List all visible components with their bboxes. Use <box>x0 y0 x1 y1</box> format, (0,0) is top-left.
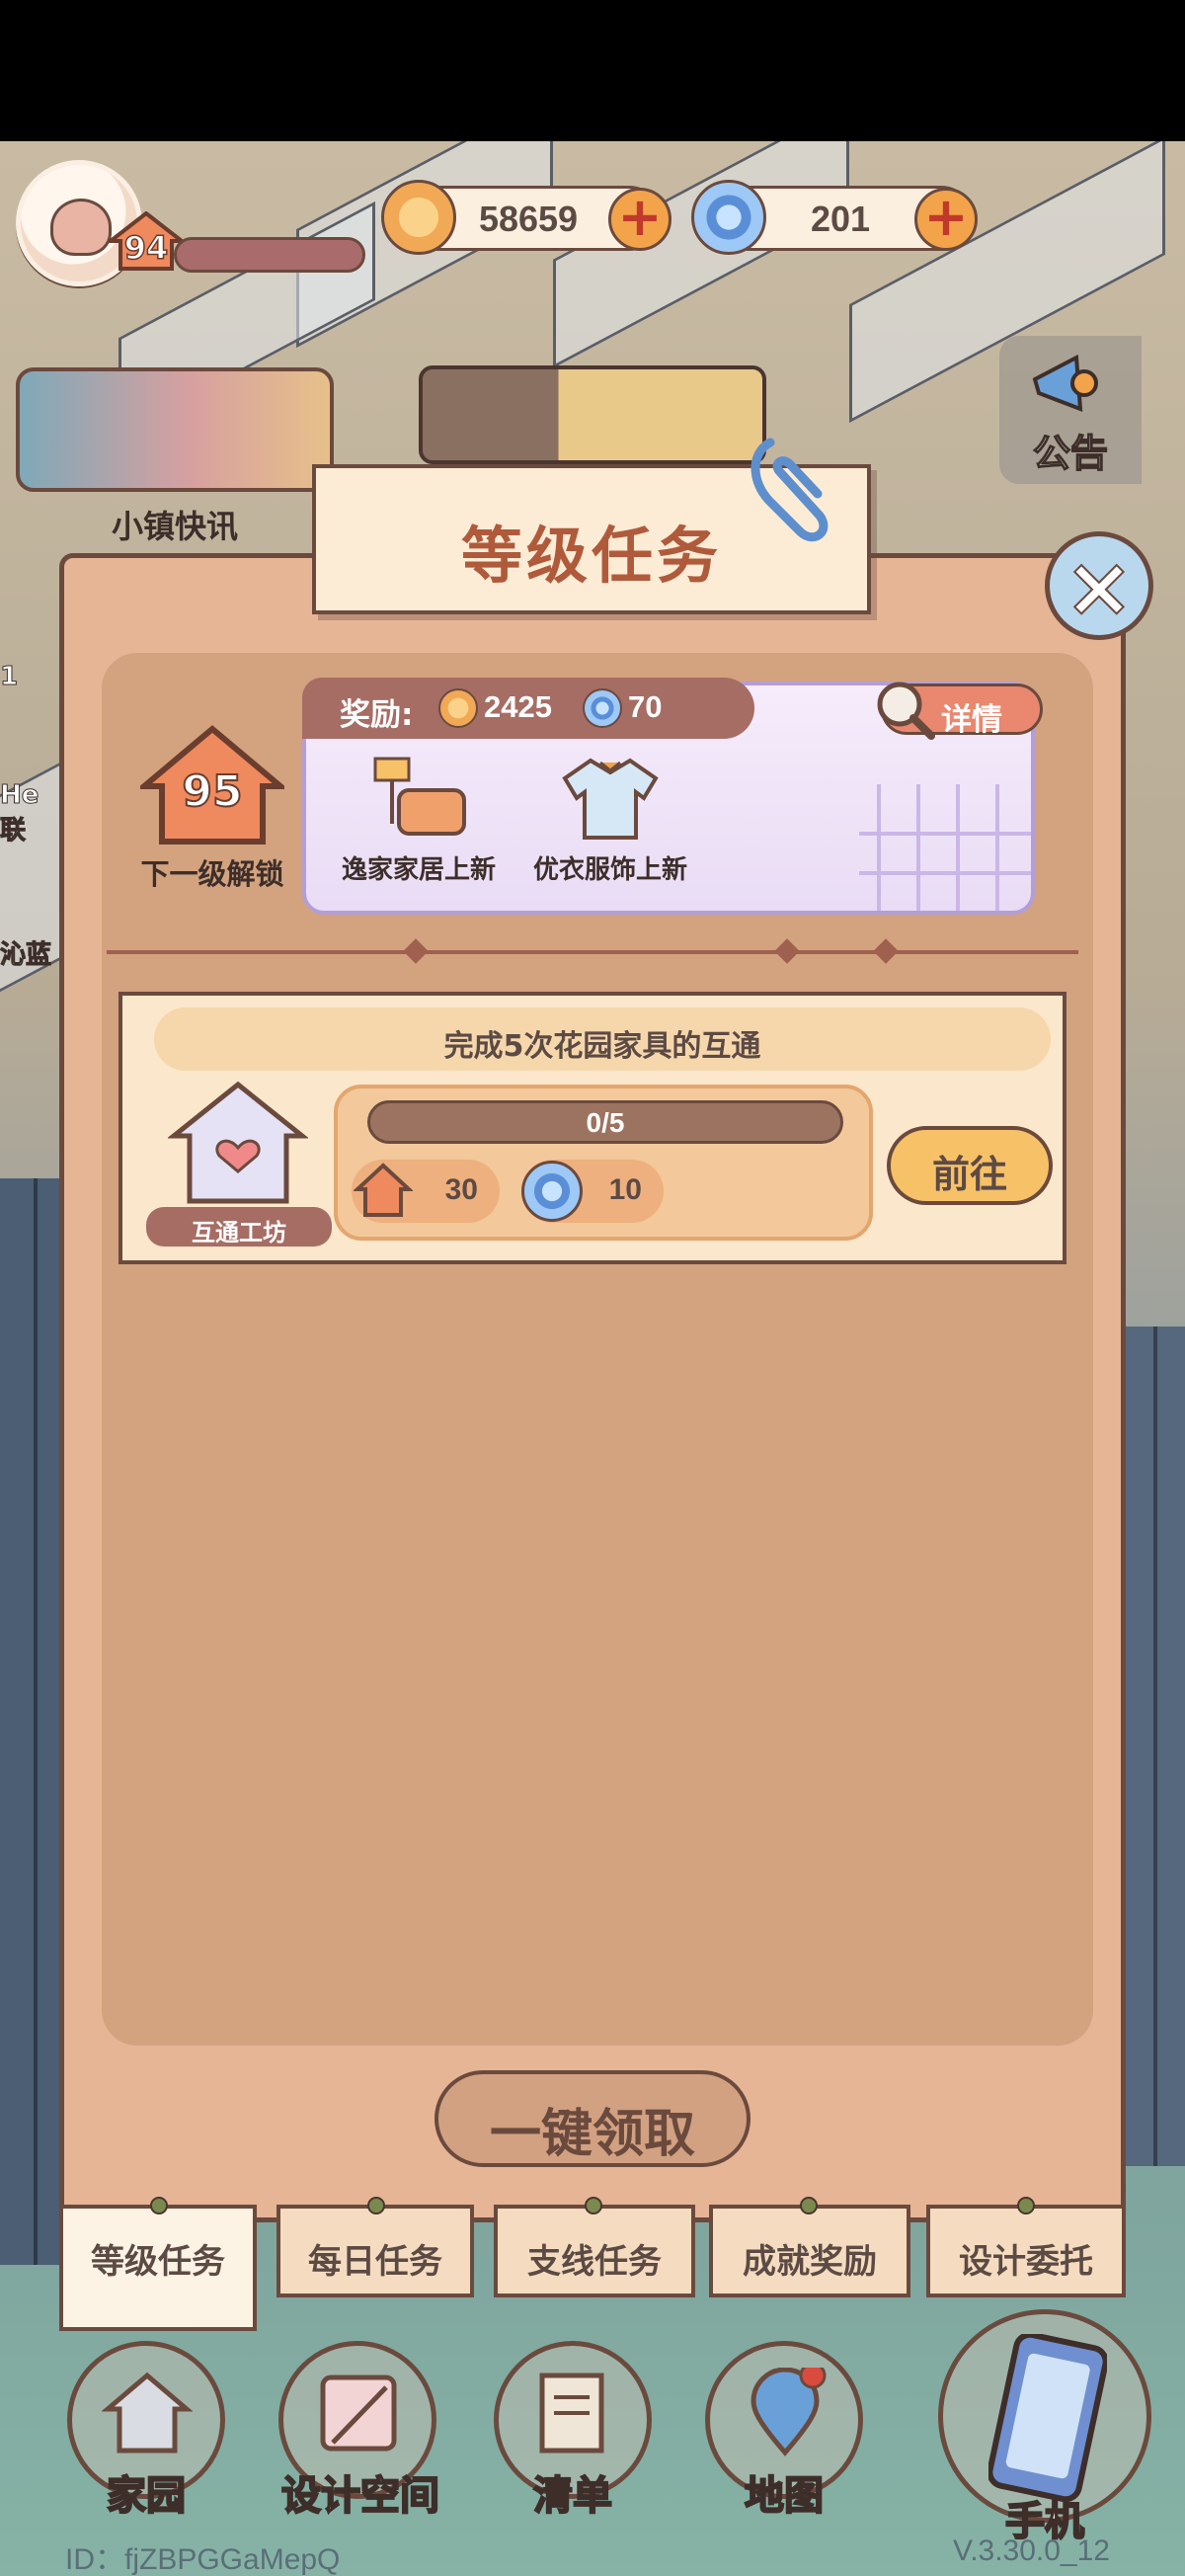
gold-coin-icon <box>381 180 456 255</box>
tab-label: 设计委托 <box>959 2242 1093 2282</box>
tab-achievements[interactable]: 成就奖励 <box>709 2197 910 2297</box>
workshop-label-tag: 互通工坊 <box>146 1207 332 1247</box>
fence-decoration-icon <box>859 784 1031 911</box>
reward-header: 奖励: 2425 70 <box>302 678 754 739</box>
tab-label: 支线任务 <box>527 2242 662 2282</box>
pin-icon <box>367 2197 385 2214</box>
version-text: V.3.30.0_12 <box>952 2535 1110 2567</box>
shirt-icon <box>562 758 659 840</box>
task-progress-area: 0/5 30 10 <box>334 1085 873 1241</box>
gold-coin-icon <box>438 688 478 728</box>
tab-side-tasks[interactable]: 支线任务 <box>494 2197 695 2297</box>
megaphone-icon <box>1032 354 1098 412</box>
add-gold-button[interactable]: + <box>608 188 672 251</box>
claim-all-button[interactable]: 一键领取 <box>434 2070 750 2167</box>
add-gem-button[interactable]: + <box>914 188 978 251</box>
status-bar <box>0 0 1185 141</box>
task-reward-gem: 10 <box>521 1160 664 1223</box>
pin-icon <box>150 2197 168 2214</box>
town-news-label: 小镇快讯 <box>111 508 238 545</box>
side-peek-text-4: 沁蓝 <box>0 940 52 971</box>
side-peek-text-1: 1 <box>0 662 19 692</box>
weather-widget[interactable] <box>419 365 766 464</box>
workshop-house-icon <box>168 1081 308 1204</box>
go-label: 前往 <box>931 1153 1007 1196</box>
close-button[interactable]: × <box>1045 531 1153 640</box>
details-button[interactable]: 详情 <box>877 682 1043 740</box>
next-level-value: 95 <box>181 765 243 818</box>
player-level-value: 94 <box>123 228 169 268</box>
nav-home-label: 家园 <box>106 2472 187 2520</box>
reward-item-furniture-label: 逸家家居上新 <box>341 855 496 885</box>
side-peek-text-2: He <box>0 780 40 811</box>
tab-daily-tasks[interactable]: 每日任务 <box>276 2197 474 2297</box>
sofa-lamp-icon <box>373 757 466 836</box>
go-button[interactable]: 前往 <box>887 1126 1053 1205</box>
nav-list-label: 清单 <box>532 2472 613 2520</box>
tab-label: 成就奖励 <box>743 2242 877 2282</box>
tab-design-commissions[interactable]: 设计委托 <box>926 2197 1126 2297</box>
home-icon <box>102 2372 193 2454</box>
notice-label: 公告 <box>1032 431 1109 476</box>
blue-gem-icon <box>583 688 622 728</box>
player-id-text: ID：fjZBPGGaMepQ <box>65 2543 341 2576</box>
notice-button[interactable]: 公告 <box>999 336 1142 484</box>
design-icon <box>320 2375 397 2452</box>
task-reward-exp: 30 <box>352 1160 500 1223</box>
next-level-badge: 95 <box>135 725 289 845</box>
reward-gold-amount: 2425 <box>484 689 552 724</box>
nav-design-label: 设计空间 <box>280 2472 440 2520</box>
close-icon: × <box>1064 538 1135 635</box>
tab-label: 等级任务 <box>91 2242 225 2282</box>
list-icon <box>539 2373 604 2454</box>
magnifier-icon <box>877 682 935 740</box>
house-exp-icon <box>354 1163 413 1217</box>
town-news-card[interactable] <box>16 367 334 492</box>
blue-gem-icon <box>691 180 766 255</box>
tab-label: 每日任务 <box>308 2242 442 2282</box>
side-peek-text-3: 联 <box>0 816 27 846</box>
reward-gem-amount: 70 <box>628 689 663 724</box>
workshop-label: 互通工坊 <box>192 1219 286 1247</box>
nav-map-label: 地图 <box>744 2472 825 2520</box>
task-progress-text: 0/5 <box>586 1107 625 1138</box>
task-progress-bar: 0/5 <box>367 1100 843 1144</box>
experience-bar <box>174 237 365 273</box>
reward-item-clothing-label: 优衣服饰上新 <box>532 855 687 885</box>
blue-gem-icon <box>521 1161 583 1222</box>
task-card: 完成5次花园家具的互通 互通工坊 0/5 30 10 前往 <box>118 992 1066 1264</box>
details-label: 详情 <box>941 702 1002 738</box>
pin-icon <box>800 2197 818 2214</box>
pin-icon <box>585 2197 602 2214</box>
map-pin-icon <box>750 2368 827 2456</box>
paperclip-icon <box>750 438 829 542</box>
reward-label: 奖励: <box>340 697 414 733</box>
section-divider <box>107 938 1078 964</box>
pin-icon <box>1017 2197 1035 2214</box>
phone-icon <box>988 2334 1107 2502</box>
claim-all-label: 一键领取 <box>489 2105 695 2164</box>
next-level-label: 下一级解锁 <box>140 857 284 891</box>
task-title: 完成5次花园家具的互通 <box>443 1029 761 1064</box>
tab-level-tasks[interactable]: 等级任务 <box>59 2197 257 2331</box>
snail-avatar-icon <box>50 199 112 256</box>
task-reward-exp-amount: 30 <box>444 1173 478 1206</box>
task-reward-gem-amount: 10 <box>608 1173 642 1206</box>
player-level-badge: 94 <box>109 211 184 271</box>
task-title-bar: 完成5次花园家具的互通 <box>154 1007 1051 1071</box>
